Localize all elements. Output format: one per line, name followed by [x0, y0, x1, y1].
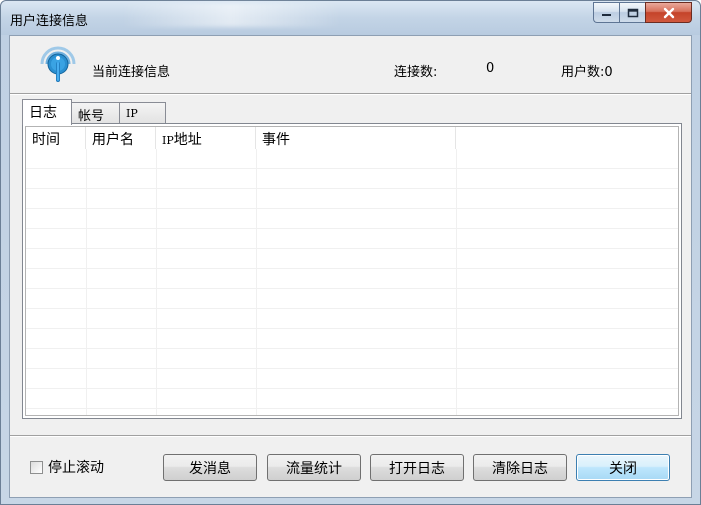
table-row	[26, 249, 678, 269]
table-row	[26, 309, 678, 329]
connection-count-value: 0	[486, 61, 495, 76]
stop-scroll-option[interactable]: 停止滚动	[30, 457, 104, 477]
close-icon	[663, 7, 674, 18]
column-header-ip-address[interactable]: IP地址	[156, 127, 256, 149]
table-row	[26, 209, 678, 229]
table-row	[26, 149, 678, 169]
traffic-stats-button[interactable]: 流量统计	[267, 454, 361, 481]
clear-log-button[interactable]: 清除日志	[473, 454, 567, 481]
connection-count-label: 连接数:	[394, 65, 438, 80]
window-title: 用户连接信息	[10, 14, 89, 29]
footer-divider	[10, 435, 691, 437]
log-list-panel: 时间 用户名 IP地址 事件	[22, 123, 682, 419]
client-area: 当前连接信息 连接数: 0 用户数:0 日志 帐号 IP 时间 用户名 IP地址…	[9, 35, 692, 498]
table-row	[26, 329, 678, 349]
minimize-icon	[601, 13, 611, 16]
column-header-ip-prefix: IP	[162, 134, 174, 147]
table-row	[26, 389, 678, 409]
open-log-button[interactable]: 打开日志	[370, 454, 464, 481]
list-header: 时间 用户名 IP地址 事件	[26, 127, 678, 149]
table-row	[26, 189, 678, 209]
table-row	[26, 369, 678, 389]
minimize-button[interactable]	[593, 2, 619, 23]
column-header-time[interactable]: 时间	[26, 127, 86, 149]
list-body	[26, 149, 678, 415]
info-header: 当前连接信息 连接数: 0 用户数:0	[10, 36, 691, 94]
close-button[interactable]: 关闭	[576, 454, 670, 481]
current-connection-label: 当前连接信息	[92, 65, 171, 80]
table-row	[26, 289, 678, 309]
table-row	[26, 229, 678, 249]
wireless-info-icon	[40, 46, 76, 82]
app-window: 用户连接信息 当前连接信息 连接数: 0 用户数:0 日志 帐号 IP 时间 用…	[0, 0, 701, 505]
column-header-ip-suffix: 地址	[173, 132, 202, 148]
maximize-icon	[627, 8, 638, 17]
user-count-label: 用户数:0	[561, 65, 613, 80]
title-bar[interactable]: 用户连接信息	[1, 1, 700, 35]
header-divider	[10, 93, 691, 95]
stop-scroll-checkbox[interactable]	[30, 460, 43, 474]
column-header-filler	[456, 127, 678, 149]
tab-ip[interactable]: IP	[119, 102, 166, 124]
log-list[interactable]: 时间 用户名 IP地址 事件	[25, 126, 679, 416]
table-row	[26, 169, 678, 189]
maximize-button[interactable]	[619, 2, 645, 23]
column-header-username[interactable]: 用户名	[86, 127, 156, 149]
window-controls	[593, 2, 692, 23]
tab-account[interactable]: 帐号	[71, 102, 120, 124]
column-header-event[interactable]: 事件	[256, 127, 456, 149]
stop-scroll-label: 停止滚动	[48, 460, 104, 476]
send-message-button[interactable]: 发消息	[163, 454, 257, 481]
table-row	[26, 269, 678, 289]
close-window-button[interactable]	[645, 2, 692, 23]
tab-log[interactable]: 日志	[22, 99, 72, 125]
title-bar-reflection	[121, 3, 341, 27]
table-row	[26, 349, 678, 369]
